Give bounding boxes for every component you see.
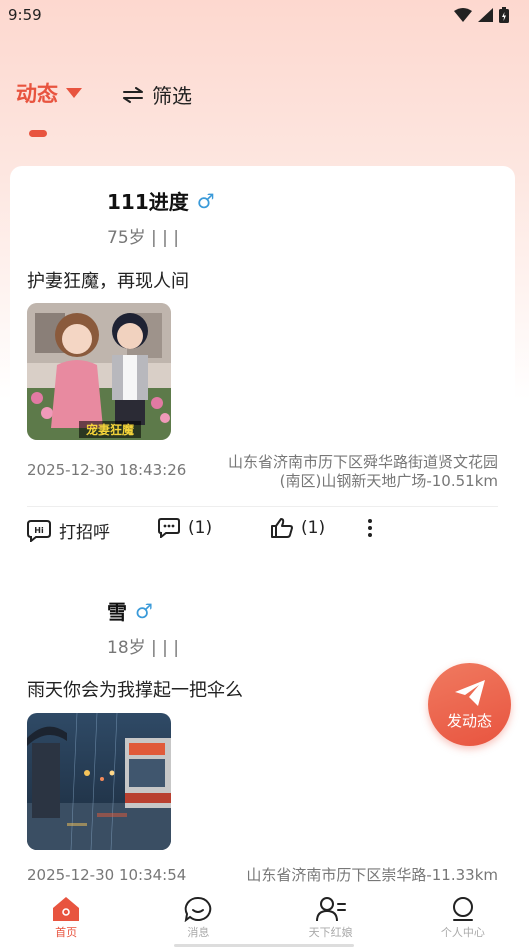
tab-dynamic[interactable]: 动态 bbox=[16, 78, 82, 108]
like-button[interactable]: (1) bbox=[271, 518, 325, 538]
send-icon bbox=[454, 679, 485, 706]
swap-icon bbox=[123, 86, 143, 103]
thumbs-up-icon bbox=[271, 518, 293, 538]
signal-icon bbox=[478, 8, 493, 22]
nav-matchmaker[interactable]: 天下红娘 bbox=[286, 896, 376, 940]
post-author[interactable]: 雪 ♂ bbox=[107, 596, 153, 625]
post-image[interactable]: 宠妻狂魔 bbox=[27, 303, 171, 440]
more-button[interactable] bbox=[366, 518, 374, 538]
tab-indicator bbox=[29, 130, 47, 137]
post-author-name: 111进度 bbox=[107, 190, 189, 214]
battery-icon bbox=[499, 7, 509, 23]
post-time: 2025-12-30 10:34:54 bbox=[27, 866, 187, 884]
filter-button[interactable]: 筛选 bbox=[122, 80, 192, 109]
more-vertical-icon bbox=[368, 519, 372, 537]
greet-button[interactable]: Hi 打招呼 bbox=[27, 518, 110, 543]
svg-text:Hi: Hi bbox=[34, 526, 44, 535]
bottom-nav: 首页 消息 天下红娘 个人中心 bbox=[0, 888, 529, 948]
nav-matchmaker-label: 天下红娘 bbox=[308, 926, 353, 939]
status-time: 9:59 bbox=[8, 6, 42, 24]
comment-button[interactable]: (1) bbox=[158, 518, 212, 538]
home-indicator bbox=[174, 944, 354, 947]
filter-label: 筛选 bbox=[152, 84, 192, 108]
post-author-age: 18岁 | | | bbox=[107, 638, 180, 658]
nav-home-label: 首页 bbox=[55, 926, 78, 939]
post-author-age: 75岁 | | | bbox=[107, 228, 180, 248]
greet-label: 打招呼 bbox=[59, 523, 110, 543]
nav-profile[interactable]: 个人中心 bbox=[418, 896, 508, 940]
status-bar: 9:59 bbox=[0, 0, 529, 30]
post-content: 雨天你会为我撑起一把伞么 bbox=[27, 680, 243, 701]
feed-card: 111进度 ♂ 75岁 | | | 护妻狂魔，再现人间 宠妻狂魔 2025-12… bbox=[10, 166, 515, 926]
tab-dynamic-label: 动态 bbox=[16, 82, 58, 106]
nav-home[interactable]: 首页 bbox=[21, 896, 111, 940]
post-time: 2025-12-30 18:43:26 bbox=[27, 461, 187, 479]
divider bbox=[27, 506, 498, 507]
publish-post-button[interactable]: 发动态 bbox=[428, 663, 511, 746]
publish-post-label: 发动态 bbox=[446, 711, 492, 730]
comment-icon bbox=[158, 518, 180, 538]
matchmaker-icon bbox=[315, 897, 346, 922]
header: 动态 bbox=[16, 78, 82, 108]
post-author-name: 雪 bbox=[107, 600, 127, 624]
post-content: 护妻狂魔，再现人间 bbox=[27, 271, 189, 292]
post-image[interactable] bbox=[27, 713, 171, 850]
home-icon bbox=[53, 897, 80, 921]
male-icon: ♂ bbox=[135, 598, 153, 623]
like-count: (1) bbox=[301, 518, 326, 538]
post-location: 山东省济南市历下区舜华路街道贤文花园(南区)山钢新天地广场-10.51km bbox=[227, 453, 498, 490]
chat-icon bbox=[185, 896, 212, 922]
greet-icon: Hi bbox=[27, 519, 51, 542]
male-icon: ♂ bbox=[196, 188, 215, 213]
post-location: 山东省济南市历下区崇华路-11.33km bbox=[246, 866, 498, 884]
profile-icon bbox=[452, 897, 473, 921]
wifi-icon bbox=[454, 8, 472, 22]
nav-messages[interactable]: 消息 bbox=[153, 896, 243, 940]
post-actions: Hi 打招呼 (1) (1) bbox=[27, 518, 498, 548]
comment-count: (1) bbox=[188, 518, 213, 538]
nav-messages-label: 消息 bbox=[187, 926, 210, 939]
post-author[interactable]: 111进度 ♂ bbox=[107, 186, 215, 215]
post-image-caption: 宠妻狂魔 bbox=[86, 422, 135, 437]
caret-down-icon bbox=[66, 88, 82, 98]
nav-profile-label: 个人中心 bbox=[440, 926, 485, 939]
